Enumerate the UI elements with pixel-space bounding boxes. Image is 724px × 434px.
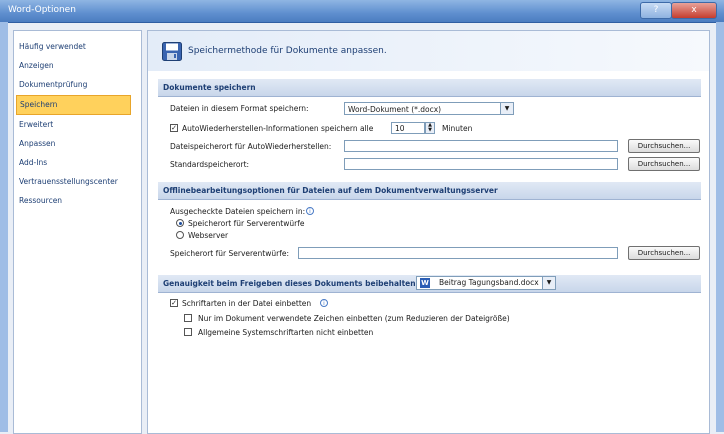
window-frame-right — [716, 22, 724, 432]
radio-webserver-label: Webserver — [188, 231, 229, 240]
section-header-offline: Offlinebearbeitungsoptionen für Dateien … — [158, 182, 701, 200]
browse-drafts-button[interactable]: Durchsuchen... — [628, 246, 700, 260]
default-path-label: Standardspeicherort: — [170, 160, 250, 169]
page-title: Speichermethode für Dokumente anpassen. — [188, 46, 387, 56]
sidebar-item-dokumentpruefung[interactable]: Dokumentprüfung — [14, 76, 141, 94]
sidebar: Häufig verwendet Anzeigen Dokumentprüfun… — [13, 30, 142, 434]
autorecover-label: AutoWiederherstellen-Informationen speic… — [182, 124, 374, 133]
sidebar-item-erweitert[interactable]: Erweitert — [14, 116, 141, 134]
save-icon — [162, 42, 182, 61]
sidebar-item-vertrauensstellungscenter[interactable]: Vertrauensstellungscenter — [14, 173, 141, 191]
chevron-down-icon: ▼ — [500, 103, 513, 114]
embed-fonts-checkbox[interactable]: ✓ — [170, 299, 178, 307]
sidebar-item-ressourcen[interactable]: Ressourcen — [14, 192, 141, 210]
info-icon: i — [306, 207, 314, 215]
main-panel: Speichermethode für Dokumente anpassen. … — [147, 30, 710, 434]
autorecover-minutes-input[interactable]: 10 — [391, 122, 425, 134]
window-frame-left — [0, 22, 8, 432]
info-icon: i — [320, 299, 328, 307]
radio-server-drafts[interactable] — [176, 219, 184, 227]
sidebar-item-anzeigen[interactable]: Anzeigen — [14, 57, 141, 75]
window-title: Word-Optionen — [8, 5, 76, 15]
section-header-dokumente-speichern: Dokumente speichern — [158, 79, 701, 97]
browse-autorecover-button[interactable]: Durchsuchen... — [628, 139, 700, 153]
close-button[interactable]: x — [671, 2, 717, 19]
help-button[interactable]: ? — [640, 2, 672, 19]
only-used-chars-checkbox[interactable] — [184, 314, 192, 322]
sidebar-item-speichern[interactable]: Speichern — [16, 95, 131, 115]
default-path-input[interactable] — [344, 158, 618, 170]
format-value: Word-Dokument (*.docx) — [348, 105, 442, 114]
page-header: Speichermethode für Dokumente anpassen. — [148, 31, 709, 71]
minutes-spinner[interactable]: ▲ ▼ — [425, 122, 435, 134]
sidebar-item-anpassen[interactable]: Anpassen — [14, 135, 141, 153]
document-value: Beitrag Tagungsband.docx — [439, 278, 539, 287]
fidelity-title: Genauigkeit beim Freigeben dieses Dokume… — [163, 279, 419, 288]
sidebar-item-haeufig-verwendet[interactable]: Häufig verwendet — [14, 38, 141, 56]
radio-server-drafts-label: Speicherort für Serverentwürfe — [188, 219, 305, 228]
title-bar: Word-Optionen ? x — [0, 0, 724, 23]
chevron-down-icon: ▼ — [542, 277, 555, 289]
no-system-fonts-label: Allgemeine Systemschriftarten nicht einb… — [198, 328, 374, 337]
only-used-chars-label: Nur im Dokument verwendete Zeichen einbe… — [198, 314, 510, 323]
autorecover-path-input[interactable] — [344, 140, 618, 152]
word-document-icon: W — [420, 278, 430, 288]
radio-webserver[interactable] — [176, 231, 184, 239]
drafts-path-input[interactable] — [298, 247, 618, 259]
drafts-path-label: Speicherort für Serverentwürfe: — [170, 249, 289, 258]
minutes-label: Minuten — [442, 124, 473, 133]
format-label: Dateien in diesem Format speichern: — [170, 104, 309, 113]
sidebar-item-add-ins[interactable]: Add-Ins — [14, 154, 141, 172]
checked-out-label: Ausgecheckte Dateien speichern in: — [170, 207, 306, 216]
format-dropdown[interactable]: Word-Dokument (*.docx) ▼ — [344, 102, 514, 115]
browse-default-button[interactable]: Durchsuchen... — [628, 157, 700, 171]
autorecover-checkbox[interactable]: ✓ — [170, 124, 178, 132]
no-system-fonts-checkbox[interactable] — [184, 328, 192, 336]
document-dropdown[interactable]: W Beitrag Tagungsband.docx ▼ — [416, 276, 556, 290]
embed-fonts-label: Schriftarten in der Datei einbetten — [182, 299, 312, 308]
autorecover-path-label: Dateispeicherort für AutoWiederherstelle… — [170, 142, 332, 151]
